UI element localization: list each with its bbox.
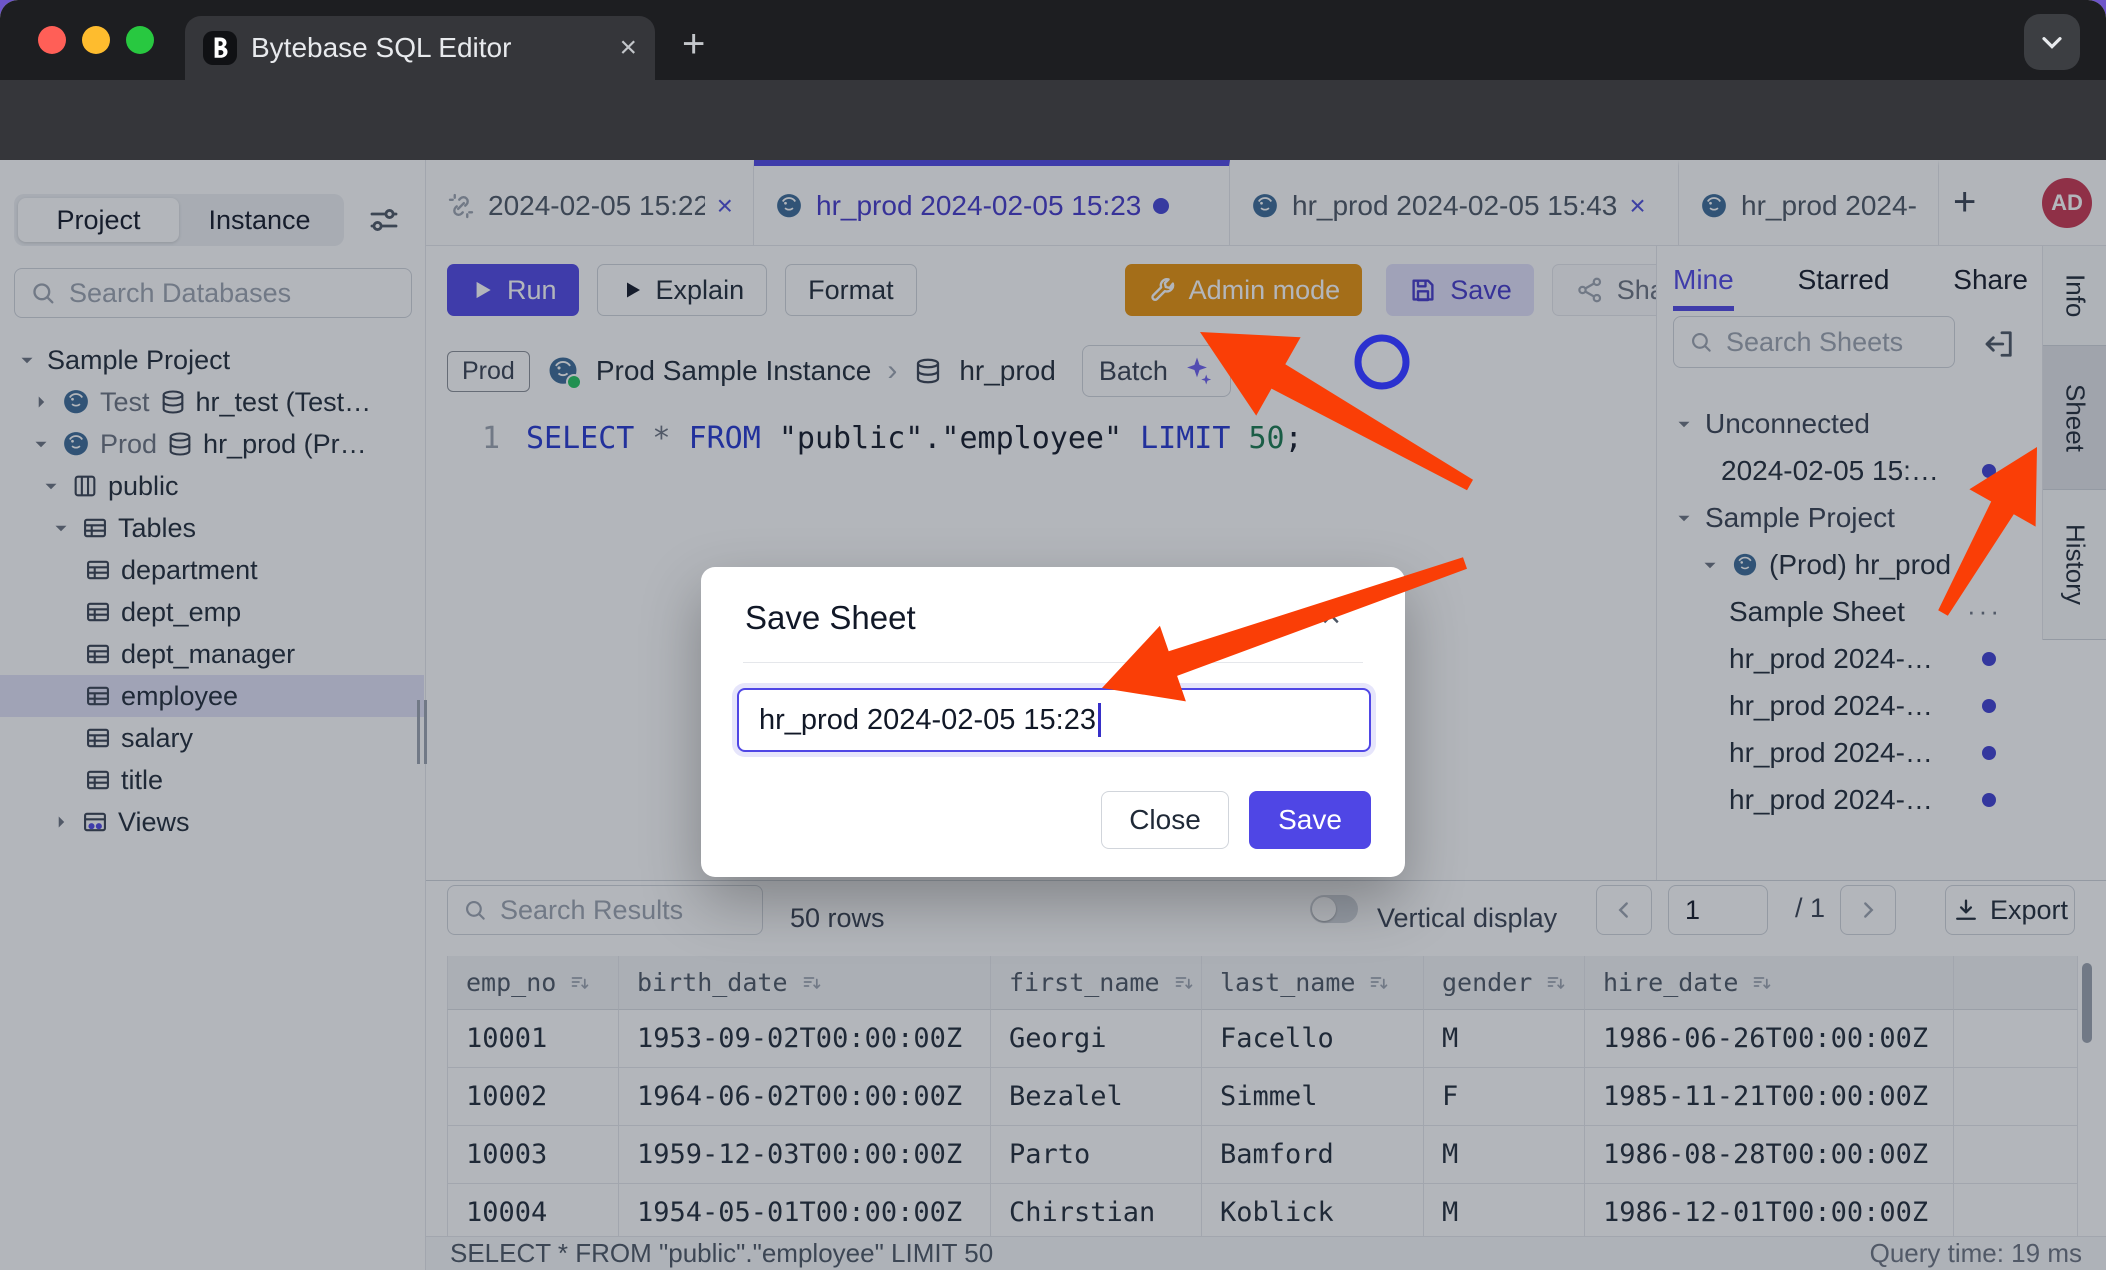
- browser-tab-title: Bytebase SQL Editor: [251, 32, 605, 64]
- browser-toolbar: localhost:8080/sql-editor/prod-sample-in…: [0, 80, 2106, 160]
- browser-window: Bytebase SQL Editor × + localhost:8080/s…: [0, 0, 2106, 1270]
- close-window-button[interactable]: [38, 26, 66, 54]
- chevron-down-icon: [2036, 26, 2068, 58]
- maximize-window-button[interactable]: [126, 26, 154, 54]
- browser-tabstrip: Bytebase SQL Editor × +: [0, 0, 2106, 80]
- sheet-name-input[interactable]: hr_prod 2024-02-05 15:23: [737, 688, 1371, 752]
- dialog-close-button[interactable]: Close: [1101, 791, 1229, 849]
- bytebase-favicon: [203, 31, 237, 65]
- dialog-title: Save Sheet: [745, 599, 916, 637]
- browser-tab[interactable]: Bytebase SQL Editor ×: [185, 16, 655, 80]
- browser-tab-close-icon[interactable]: ×: [619, 31, 637, 65]
- text-cursor: [1098, 703, 1101, 737]
- dialog-close-icon[interactable]: ×: [1321, 597, 1341, 636]
- minimize-window-button[interactable]: [82, 26, 110, 54]
- save-sheet-dialog: Save Sheet × hr_prod 2024-02-05 15:23 Cl…: [701, 567, 1405, 877]
- new-tab-button[interactable]: +: [682, 22, 705, 67]
- tab-search-button[interactable]: [2024, 14, 2080, 70]
- dialog-save-button[interactable]: Save: [1249, 791, 1371, 849]
- dialog-divider: [743, 662, 1363, 663]
- sheet-name-value: hr_prod 2024-02-05 15:23: [759, 704, 1096, 737]
